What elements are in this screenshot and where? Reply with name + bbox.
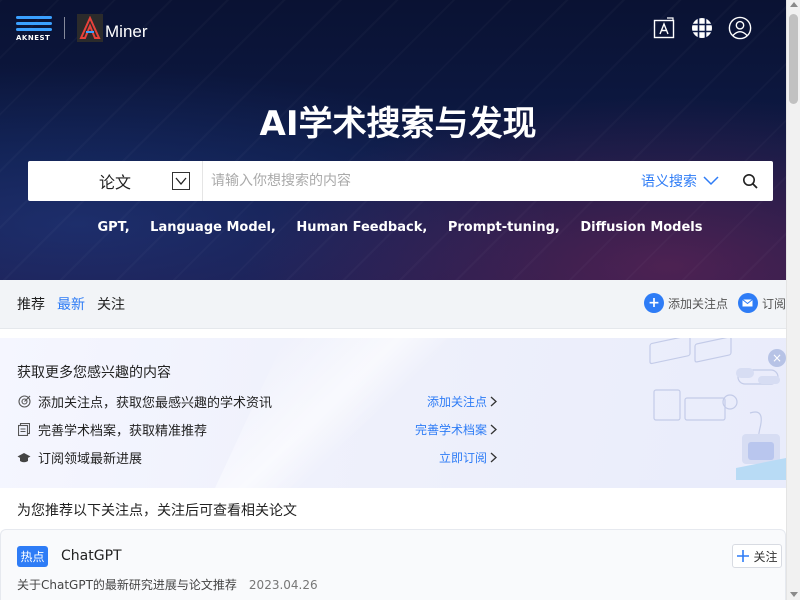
- topic-title[interactable]: ChatGPT: [61, 548, 122, 564]
- chevron-down-icon[interactable]: [172, 172, 190, 190]
- hot-tag[interactable]: Diffusion Models: [580, 220, 702, 235]
- banner-row-text: 完善学术档案，获取精准推荐: [38, 424, 208, 439]
- search-icon: [743, 174, 758, 189]
- topic-date: 2023.04.26: [248, 578, 318, 592]
- hot-tag[interactable]: GPT,: [97, 220, 129, 235]
- topic-description-text: 关于ChatGPT的最新研究进展与论文推荐: [17, 578, 237, 592]
- tab-recommend[interactable]: 推荐: [17, 294, 45, 314]
- scroll-down-arrow[interactable]: [790, 592, 798, 597]
- scroll-thumb[interactable]: [789, 14, 798, 104]
- add-focus-link[interactable]: 添加关注点: [427, 393, 497, 410]
- graduation-cap-icon: [17, 451, 31, 465]
- add-focus-link-label: 添加关注点: [426, 395, 487, 409]
- search-mode-select[interactable]: 语义搜索: [641, 171, 719, 191]
- section-title: 为您推荐以下关注点，关注后可查看相关论文: [17, 503, 297, 519]
- feed-tab-row: 推荐 最新 关注 + 添加关注点 订阅: [0, 280, 786, 329]
- follow-label: 关注: [753, 549, 778, 564]
- complete-profile-link-label: 完善学术档案: [414, 423, 487, 437]
- search-mode-label: 语义搜索: [641, 174, 697, 190]
- hot-tag[interactable]: Prompt-tuning,: [448, 220, 560, 235]
- logo-divider: [64, 17, 65, 39]
- translate-icon[interactable]: [652, 16, 676, 40]
- scroll-up-arrow[interactable]: [790, 2, 798, 7]
- banner-row-text: 订阅领域最新进展: [38, 452, 143, 467]
- hot-tag[interactable]: Language Model,: [150, 220, 276, 235]
- apps-grid-icon[interactable]: [690, 16, 714, 40]
- banner-row: 完善学术档案，获取精准推荐 完善学术档案: [17, 420, 497, 439]
- banner-row-text: 添加关注点，获取您最感兴趣的学术资讯: [38, 396, 273, 411]
- hot-tag[interactable]: Human Feedback,: [296, 220, 427, 235]
- page-scrollbar[interactable]: [786, 0, 800, 600]
- target-icon: [17, 395, 31, 409]
- plus-icon: +: [643, 293, 664, 313]
- chevron-down-icon: [703, 176, 719, 186]
- mail-icon: [737, 293, 758, 313]
- hero-banner: AKNEST Miner AI学术搜索与发现 论文 请输入你想搜索的内容 语义搜…: [0, 0, 786, 280]
- subscribe-now-link-label: 立即订阅: [438, 451, 487, 465]
- subscribe-now-link[interactable]: 立即订阅: [439, 449, 497, 466]
- topic-description: 关于ChatGPT的最新研究进展与论文推荐 2023.04.26: [17, 576, 318, 593]
- search-input[interactable]: [203, 161, 641, 201]
- plus-icon: [737, 550, 750, 562]
- hot-badge: 热点: [17, 546, 48, 567]
- complete-profile-link[interactable]: 完善学术档案: [415, 421, 497, 438]
- add-focus-label: 添加关注点: [667, 296, 728, 311]
- search-type-select[interactable]: 论文: [28, 161, 203, 201]
- cnest-logo-text: AKNEST: [16, 34, 51, 42]
- chevron-right-icon: [490, 396, 497, 407]
- add-focus-button[interactable]: + 添加关注点: [643, 293, 728, 313]
- profile-doc-icon: [17, 423, 31, 437]
- header-icons: [652, 16, 752, 40]
- onboarding-banner: 获取更多您感兴趣的内容 添加关注点，获取您最感兴趣的学术资讯 添加关注点 完善学…: [0, 338, 786, 488]
- topic-card[interactable]: 热点 ChatGPT 关注 关于ChatGPT的最新研究进展与论文推荐 2023.…: [0, 529, 786, 600]
- hot-tags: GPT, Language Model, Human Feedback, Pro…: [0, 220, 786, 235]
- tab-latest[interactable]: 最新: [57, 294, 85, 314]
- tab-following[interactable]: 关注: [97, 294, 125, 314]
- logo-area[interactable]: AKNEST Miner: [16, 14, 148, 42]
- aminer-logo[interactable]: Miner: [77, 14, 148, 42]
- subscribe-button[interactable]: 订阅: [737, 293, 786, 313]
- search-bar: 论文 语义搜索: [28, 161, 773, 201]
- tab-actions: + 添加关注点 订阅: [643, 293, 786, 313]
- hero-title: AI学术搜索与发现: [259, 104, 537, 144]
- banner-row: 添加关注点，获取您最感兴趣的学术资讯 添加关注点: [17, 392, 497, 411]
- chevron-right-icon: [490, 424, 497, 435]
- subscribe-label: 订阅: [761, 296, 786, 311]
- banner-illustration: [640, 338, 786, 488]
- follow-button[interactable]: 关注: [732, 544, 782, 568]
- banner-title: 获取更多您感兴趣的内容: [17, 365, 171, 381]
- banner-row: 订阅领域最新进展 立即订阅: [17, 448, 497, 467]
- aminer-logo-text: Miner: [105, 22, 148, 41]
- cnest-logo[interactable]: AKNEST: [16, 14, 52, 42]
- close-icon[interactable]: ×: [768, 349, 786, 367]
- search-button[interactable]: [735, 166, 765, 196]
- search-type-label: 论文: [98, 173, 131, 192]
- aminer-logo-mark: [77, 14, 103, 42]
- chevron-right-icon: [490, 452, 497, 463]
- user-icon[interactable]: [728, 16, 752, 40]
